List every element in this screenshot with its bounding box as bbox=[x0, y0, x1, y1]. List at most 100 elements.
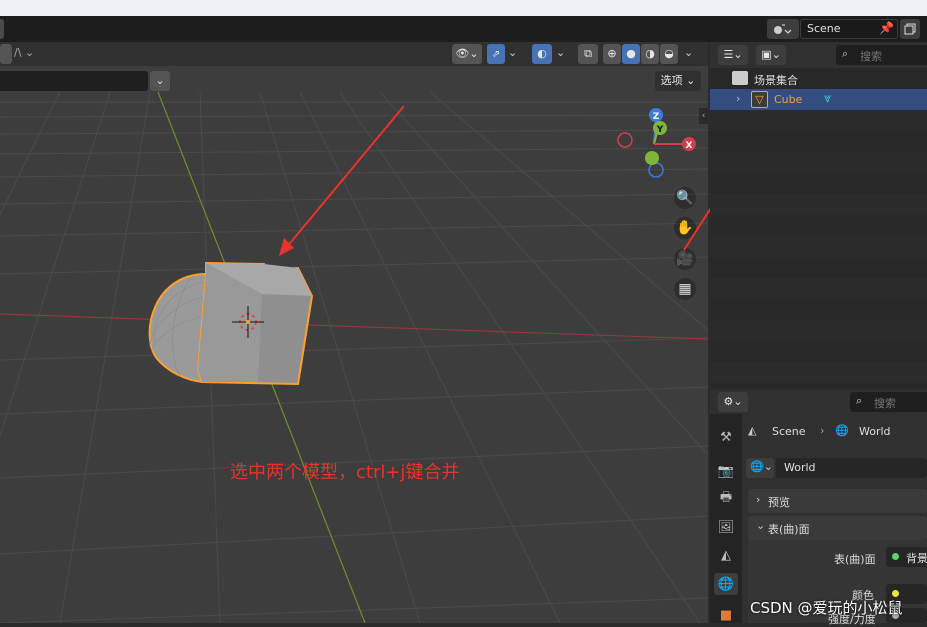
window-top-strip bbox=[0, 0, 927, 16]
shading-rendered-button[interactable]: ◒ bbox=[660, 44, 678, 64]
empty-row bbox=[710, 152, 927, 173]
outliner-search-placeholder: 搜索 bbox=[860, 50, 882, 63]
scene-icon bbox=[774, 24, 792, 34]
scene-icon: ◭ bbox=[748, 424, 757, 437]
color-socket-icon bbox=[892, 590, 899, 597]
object-orange-icon: ■ bbox=[719, 607, 733, 623]
object-label: Cube bbox=[774, 93, 803, 106]
shading-dropdown[interactable]: ⌄ bbox=[684, 46, 693, 59]
overlay-toggle[interactable]: ◐ bbox=[532, 44, 552, 64]
gizmo-toggle[interactable]: ⇗ bbox=[487, 44, 505, 64]
options-dropdown[interactable]: 选项 ⌄ bbox=[655, 71, 701, 91]
empty-row bbox=[710, 236, 927, 257]
grid-icon: ▦ bbox=[678, 281, 692, 297]
chevron-down-icon: ⌄ bbox=[155, 74, 165, 87]
empty-row bbox=[710, 110, 927, 131]
breadcrumb-world: World bbox=[859, 425, 891, 438]
render-tab[interactable]: 📷 bbox=[714, 460, 738, 482]
falloff-icon[interactable]: /\ ⌄ bbox=[14, 46, 34, 59]
top-header: Scene 📌 bbox=[0, 16, 927, 42]
world-icon: 🌐 bbox=[835, 424, 849, 437]
mode-partial-button[interactable] bbox=[0, 44, 12, 64]
shading-wireframe-button[interactable]: ⊕ bbox=[603, 44, 621, 64]
search-icon: ⌕ bbox=[842, 47, 849, 60]
collection-label: 场景集合 bbox=[754, 74, 798, 87]
list-icon: ☰⌄ bbox=[723, 48, 743, 61]
surface-shader-field[interactable]: 背景 bbox=[886, 547, 927, 567]
visibility-toggle[interactable]: 👁⌄ bbox=[452, 44, 482, 64]
perspective-toggle-button[interactable]: ▦ bbox=[674, 278, 696, 300]
viewport-grid bbox=[0, 91, 708, 623]
expand-chevron-icon[interactable]: › bbox=[736, 92, 740, 105]
annotation-text: 选中两个模型，ctrl+j键合并 bbox=[230, 462, 460, 483]
breadcrumb-scene: Scene bbox=[772, 425, 806, 438]
chevron-right-icon: › bbox=[756, 493, 761, 506]
printer-icon: 🖶 bbox=[719, 490, 733, 505]
collection-icon bbox=[732, 71, 748, 85]
mesh-data-icon[interactable]: ⩔ bbox=[824, 91, 831, 106]
shader-socket-icon bbox=[892, 553, 899, 560]
properties-header: ⚙⌄ ⌕ 搜索 bbox=[710, 390, 927, 414]
filter-icon: ▣⌄ bbox=[761, 48, 781, 61]
gizmo-icon: ⇗ bbox=[491, 49, 501, 60]
properties-search-placeholder: 搜索 bbox=[874, 397, 896, 410]
tool-icon: ⚒ bbox=[720, 429, 732, 445]
properties-panel: ⚙⌄ ⌕ 搜索 ⚒ 📷 🖶 🖼 ◭ 🌐 ■ ◭ Scene › 🌐 World … bbox=[710, 390, 927, 626]
shading-solid-button[interactable]: ● bbox=[622, 44, 640, 64]
expand-dropdown-button[interactable]: ⌄ bbox=[150, 71, 170, 91]
preview-label: 预览 bbox=[768, 496, 790, 509]
object-icon: ▽ bbox=[751, 91, 768, 108]
empty-row bbox=[710, 362, 927, 383]
breadcrumb: ◭ Scene › 🌐 World bbox=[748, 422, 927, 442]
xray-icon: ⧉ bbox=[584, 47, 592, 60]
collection-row[interactable]: 场景集合 bbox=[710, 68, 927, 89]
gizmo-z-label: Z bbox=[653, 112, 660, 122]
output-tab[interactable]: 🖶 bbox=[714, 488, 738, 510]
options-label: 选项 bbox=[660, 74, 683, 87]
scene-selector-button[interactable] bbox=[767, 19, 799, 39]
object-row-cube[interactable]: › ▽ Cube ⩔ bbox=[710, 89, 927, 110]
viewport-subheader: ⌄ 选项 ⌄ bbox=[0, 68, 708, 92]
scene-tab[interactable]: ◭ bbox=[714, 544, 738, 566]
surface-row-label: 表(曲)面 bbox=[834, 553, 876, 566]
overlay-icon: ◐ bbox=[537, 47, 547, 60]
header-edge-tab bbox=[0, 19, 4, 39]
material-icon: ◑ bbox=[645, 47, 655, 60]
chevron-down-icon: ⌄ bbox=[682, 74, 696, 87]
scene-icon: ◭ bbox=[721, 547, 731, 563]
3d-viewport[interactable]: /\ ⌄ 👁⌄ ⇗ ⌄ ◐ ⌄ ⧉ ⊕ ● ◑ ◒ ⌄ ⌄ 选项 ⌄ Z Y X… bbox=[0, 42, 708, 623]
pin-icon[interactable]: 📌 bbox=[879, 21, 894, 35]
display-mode-dropdown[interactable]: ☰⌄ bbox=[718, 45, 748, 65]
gizmo-dropdown[interactable]: ⌄ bbox=[508, 46, 517, 59]
xray-toggle[interactable]: ⧉ bbox=[578, 44, 598, 64]
editor-type-dropdown[interactable]: ⚙⌄ bbox=[718, 392, 748, 412]
scene-name-field[interactable]: Scene bbox=[807, 22, 841, 35]
preview-panel-header[interactable]: › 预览 bbox=[748, 489, 927, 513]
empty-row bbox=[710, 278, 927, 299]
render-icon: 📷 bbox=[717, 463, 735, 479]
world-name-value: World bbox=[784, 461, 816, 474]
solid-sphere-icon: ● bbox=[626, 47, 636, 60]
surface-value: 背景 bbox=[906, 552, 927, 565]
image-icon: 🖼 bbox=[717, 519, 735, 535]
empty-row bbox=[710, 320, 927, 341]
overlay-dropdown[interactable]: ⌄ bbox=[556, 46, 565, 59]
outliner-panel: ☰⌄ ▣⌄ ⌕ 搜索 场景集合 › ▽ Cube ⩔ bbox=[710, 42, 927, 387]
rendered-icon: ◒ bbox=[664, 47, 674, 60]
properties-search-input[interactable]: ⌕ 搜索 bbox=[850, 392, 927, 412]
world-name-field[interactable]: World bbox=[776, 458, 927, 478]
viewport-search-field[interactable] bbox=[0, 71, 148, 91]
world-tab[interactable]: 🌐 bbox=[714, 573, 738, 595]
shading-material-button[interactable]: ◑ bbox=[641, 44, 659, 64]
empty-row bbox=[710, 194, 927, 215]
tool-tab[interactable]: ⚒ bbox=[714, 426, 738, 448]
new-scene-button[interactable] bbox=[900, 19, 920, 39]
world-browse-button[interactable]: 🌐⌄ bbox=[746, 458, 774, 478]
view-layer-tab[interactable]: 🖼 bbox=[714, 516, 738, 538]
filter-dropdown[interactable]: ▣⌄ bbox=[756, 45, 786, 65]
surface-label: 表(曲)面 bbox=[768, 523, 810, 536]
search-icon: ⌕ bbox=[856, 394, 863, 407]
outliner-search-input[interactable]: ⌕ 搜索 bbox=[836, 45, 927, 65]
surface-panel-header[interactable]: ⌄ 表(曲)面 bbox=[748, 516, 927, 540]
world-icon: 🌐 bbox=[717, 576, 735, 592]
